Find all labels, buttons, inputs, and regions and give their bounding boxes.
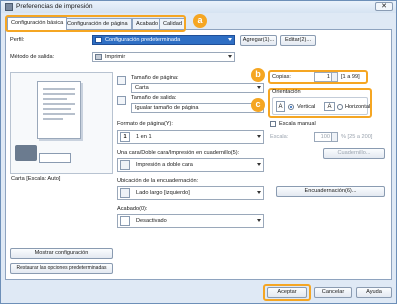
tabs-highlight — [5, 15, 186, 32]
help-button[interactable]: Ayuda — [356, 287, 392, 298]
chevron-down-icon — [257, 219, 261, 222]
page-layout-select[interactable]: 1 1 en 1 — [117, 130, 264, 144]
preview-page — [37, 81, 81, 139]
copies-range: [1 a 99] — [341, 74, 360, 80]
chevron-down-icon — [257, 191, 261, 194]
portrait-icon: A — [276, 101, 285, 112]
output-method-label: Método de salida: — [10, 54, 55, 60]
output-size-label: Tamaño de salida: — [131, 95, 177, 101]
profile-icon — [95, 37, 102, 43]
printer-icon — [15, 145, 37, 161]
vertical-radio[interactable] — [288, 104, 294, 110]
page-layout-label: Formato de página(Y): — [117, 121, 173, 127]
page-size-select[interactable]: Carta — [131, 83, 264, 93]
basic-settings-panel: Perfil: Configuración predeterminada Agr… — [5, 29, 392, 280]
chevron-down-icon — [257, 163, 261, 166]
scale-range: % [25 a 200] — [341, 134, 373, 140]
edit-profile-button[interactable]: Editar(2)... — [280, 35, 316, 46]
accept-button[interactable]: Aceptar — [267, 287, 307, 298]
chevron-down-icon — [257, 135, 261, 138]
printer-icon — [5, 3, 13, 11]
page-size-label: Tamaño de página: — [131, 75, 179, 81]
output-method-value: Imprimir — [105, 54, 126, 60]
finishing-label: Acabado(0): — [117, 206, 148, 212]
output-size-icon — [117, 96, 126, 105]
output-size-value: Igualar tamaño de página — [135, 105, 199, 111]
callout-b: b — [251, 68, 265, 82]
chevron-down-icon — [257, 86, 261, 89]
profile-select[interactable]: Configuración predeterminada — [92, 35, 235, 45]
landscape-icon: A — [324, 102, 335, 111]
preview-caption: Carta [Escala: Auto] — [11, 176, 61, 182]
finishing-icon — [120, 216, 130, 226]
page-size-icon — [117, 76, 126, 85]
printer-small-icon — [95, 54, 102, 60]
booklet-button[interactable]: Cuadernillo... — [323, 148, 385, 159]
horizontal-radio[interactable] — [337, 104, 343, 110]
window-title: Preferencias de impresión — [16, 3, 93, 10]
binding-label: Ubicación de la encuadernación: — [117, 178, 199, 184]
page-layout-icon: 1 — [120, 132, 130, 142]
duplex-icon — [39, 153, 71, 163]
title-bar: Preferencias de impresión ✕ — [1, 1, 396, 13]
vertical-label: Vertical — [297, 104, 316, 110]
spin-icon[interactable] — [331, 73, 337, 81]
scale-value: 100 — [320, 134, 330, 140]
scale-label: Escala: — [270, 134, 289, 140]
orientation-title: Orientación — [272, 89, 301, 95]
chevron-down-icon — [228, 38, 232, 41]
manual-scaling-label: Escala manual — [279, 121, 316, 127]
print-preferences-window: Preferencias de impresión ✕ Configuració… — [0, 0, 397, 304]
horizontal-label: Horizontal — [345, 104, 371, 110]
manual-scaling-checkbox[interactable] — [270, 121, 276, 127]
copies-stepper[interactable]: 1 — [314, 72, 338, 82]
duplex-print-icon — [120, 160, 130, 170]
duplex-value: Impresión a doble cara — [136, 162, 193, 168]
orientation-group: A Vertical A Horizontal — [272, 97, 371, 115]
binding-icon — [120, 188, 130, 198]
show-settings-button[interactable]: Mostrar configuración — [10, 248, 113, 259]
chevron-down-icon — [228, 55, 232, 58]
restore-defaults-button[interactable]: Restaurar las opciones predeterminadas — [10, 263, 113, 274]
spin-icon[interactable] — [331, 133, 337, 141]
callout-a: a — [193, 14, 207, 28]
finishing-select[interactable]: Desactivado — [117, 214, 264, 228]
add-profile-button[interactable]: Agregar(1)... — [240, 35, 277, 46]
copies-label: Copias: — [272, 74, 291, 80]
scale-stepper[interactable]: 100 — [314, 132, 338, 142]
output-size-select[interactable]: Igualar tamaño de página — [131, 103, 264, 113]
binding-button[interactable]: Encuadernación(6)... — [276, 186, 385, 197]
finishing-value: Desactivado — [136, 218, 167, 224]
page-preview — [10, 72, 113, 174]
output-method-select[interactable]: Imprimir — [92, 52, 235, 62]
page-size-value: Carta — [135, 85, 149, 91]
copies-value: 1 — [326, 74, 330, 80]
close-icon[interactable]: ✕ — [375, 2, 393, 11]
profile-value: Configuración predeterminada — [105, 37, 181, 43]
binding-value: Lado largo [izquierdo] — [136, 190, 190, 196]
duplex-select[interactable]: Impresión a doble cara — [117, 158, 264, 172]
profile-label: Perfil: — [10, 37, 25, 43]
duplex-label: Una cara/Doble cara/Impresión en cuadern… — [117, 150, 240, 156]
cancel-button[interactable]: Cancelar — [314, 287, 352, 298]
page-layout-value: 1 en 1 — [136, 134, 152, 140]
callout-c: c — [251, 98, 265, 112]
binding-select[interactable]: Lado largo [izquierdo] — [117, 186, 264, 200]
